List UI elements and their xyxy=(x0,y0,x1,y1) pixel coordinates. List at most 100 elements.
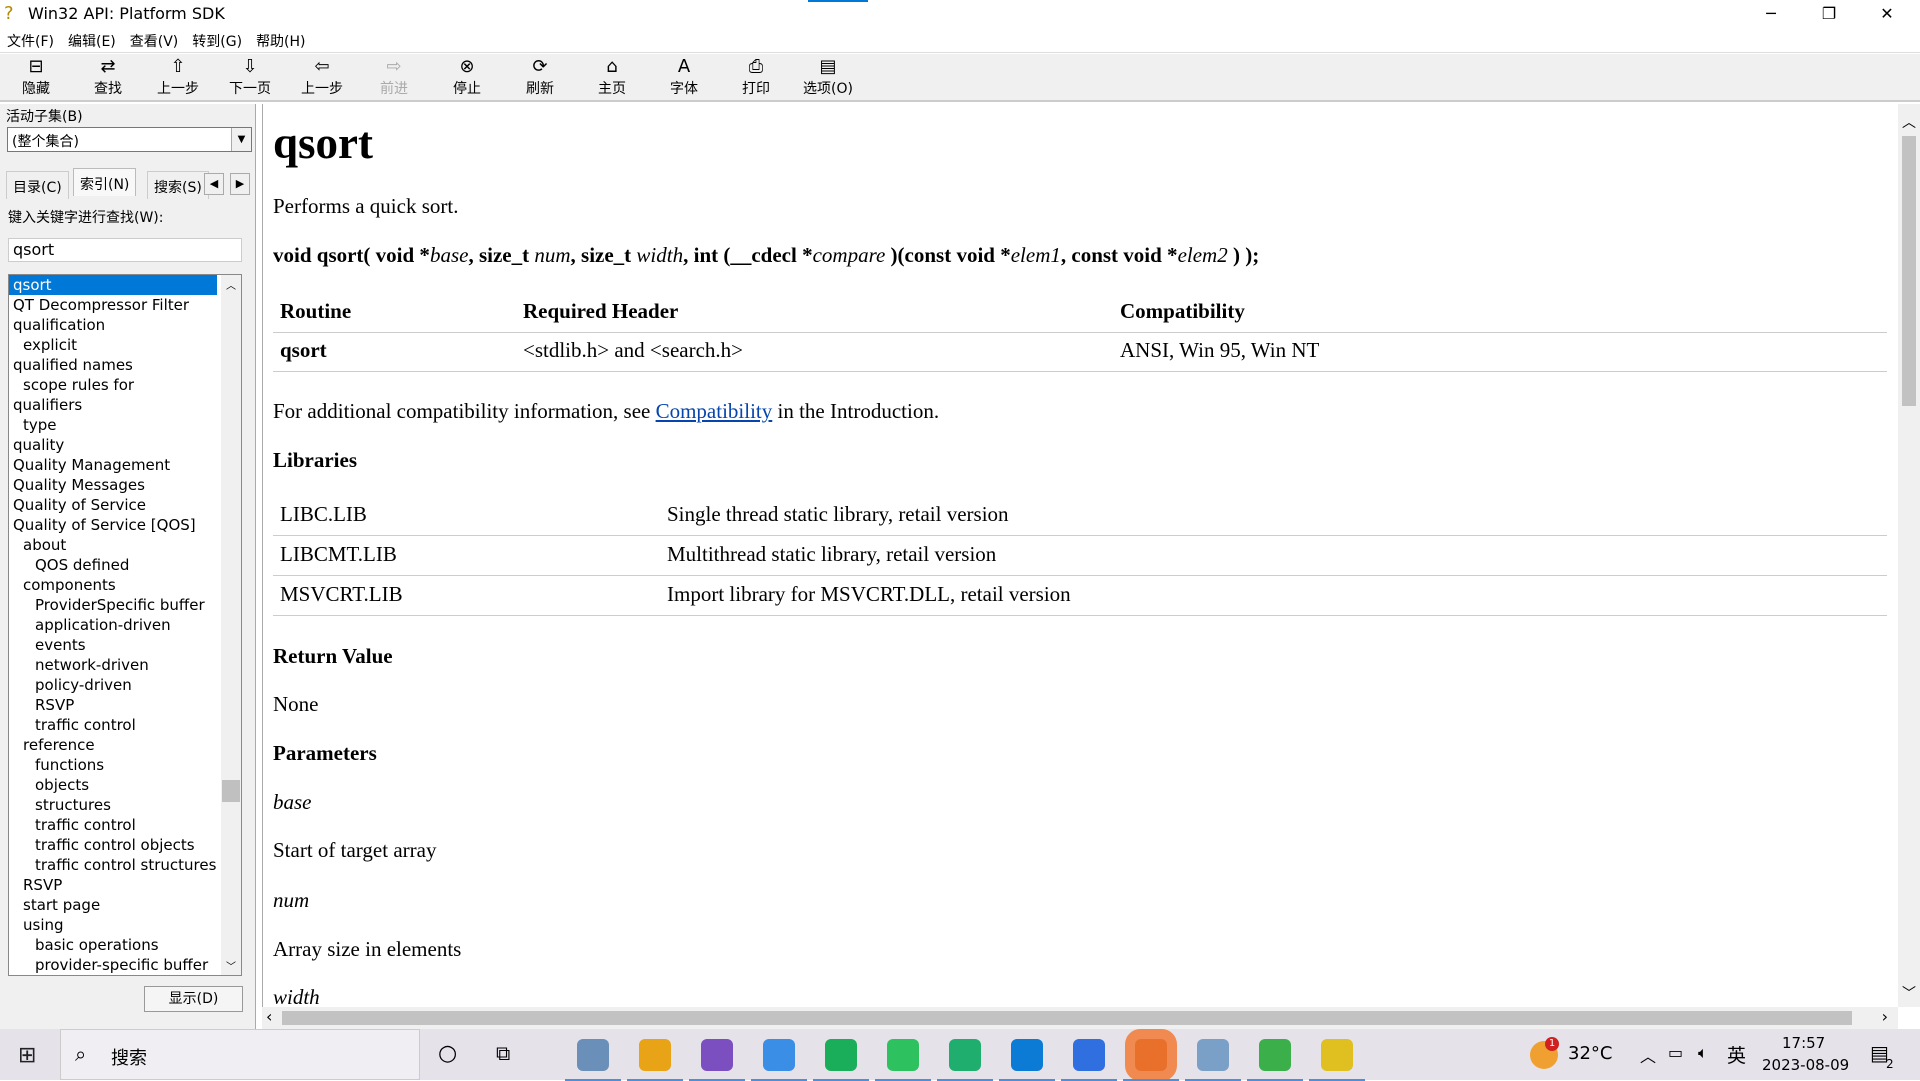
toolbar-button-8[interactable]: ⌂ 主页 xyxy=(582,56,642,98)
ime-indicator[interactable]: 英 xyxy=(1727,1041,1746,1068)
list-item[interactable]: qsort xyxy=(9,275,217,295)
volume-icon[interactable]: 🔈︎ xyxy=(1698,1043,1708,1063)
list-item[interactable]: policy-driven xyxy=(9,675,241,695)
list-item[interactable]: QOS defined xyxy=(9,555,241,575)
index-scrollbar[interactable]: ︿ ﹀ xyxy=(221,275,241,975)
list-item[interactable]: Quality of Service xyxy=(9,495,241,515)
list-item[interactable]: traffic control xyxy=(9,715,241,735)
horizontal-scrollbar[interactable]: ‹ › xyxy=(262,1007,1898,1029)
show-hidden-icons-icon[interactable]: ︿ xyxy=(1640,1043,1656,1067)
list-item[interactable]: ProviderSpecific buffer xyxy=(9,595,241,615)
list-item[interactable]: qualifiers xyxy=(9,395,241,415)
toolbar-button-10[interactable]: ⎙ 打印 xyxy=(726,56,786,98)
list-item[interactable]: traffic control objects xyxy=(9,835,241,855)
toolbar-button-7[interactable]: ⟳ 刷新 xyxy=(510,56,570,98)
menu-item[interactable]: 编辑(E) xyxy=(61,28,123,54)
taskbar-app-icon[interactable] xyxy=(751,1039,807,1081)
taskbar-app-icon[interactable] xyxy=(689,1039,745,1081)
compatibility-link[interactable]: Compatibility xyxy=(656,399,773,423)
list-item[interactable]: components xyxy=(9,575,241,595)
menu-item[interactable]: 转到(G) xyxy=(185,28,249,54)
toolbar-button-3[interactable]: ⇩ 下一页 xyxy=(220,56,280,98)
taskbar-app-icon[interactable] xyxy=(627,1039,683,1081)
list-item[interactable]: network-driven xyxy=(9,655,241,675)
keyword-input[interactable]: qsort xyxy=(8,238,242,262)
toolbar-button-1[interactable]: ⇄ 查找 xyxy=(78,56,138,98)
display-button[interactable]: 显示(D) xyxy=(144,986,243,1012)
tab-contents[interactable]: 目录(C) xyxy=(6,171,69,199)
menu-item[interactable]: 文件(F) xyxy=(0,28,61,54)
scroll-thumb[interactable] xyxy=(1902,136,1916,406)
close-button[interactable]: ✕ xyxy=(1858,0,1916,28)
list-item[interactable]: QT Decompressor Filter xyxy=(9,295,241,315)
scroll-down-icon[interactable]: ﹀ xyxy=(226,958,236,973)
list-item[interactable]: scope rules for xyxy=(9,375,241,395)
scroll-thumb[interactable] xyxy=(222,780,240,802)
taskbar-app-icon[interactable] xyxy=(1247,1039,1303,1081)
taskbar-app-icon[interactable] xyxy=(1185,1039,1241,1081)
list-item[interactable]: type xyxy=(9,415,241,435)
list-item[interactable]: traffic control structures xyxy=(9,855,241,875)
taskbar-app-icon[interactable] xyxy=(1123,1039,1179,1081)
toolbar-button-11[interactable]: ▤ 选项(O) xyxy=(798,56,858,98)
list-item[interactable]: about xyxy=(9,535,241,555)
list-item[interactable]: RSVP xyxy=(9,875,241,895)
list-item[interactable]: structures xyxy=(9,795,241,815)
list-item[interactable]: qualified names xyxy=(9,355,241,375)
list-item[interactable]: traffic control xyxy=(9,815,241,835)
toolbar-button-5[interactable]: ⇨ 前进 xyxy=(364,56,424,98)
scroll-up-icon[interactable]: ︿ xyxy=(1902,112,1916,132)
cortana-icon[interactable]: ○ xyxy=(438,1041,457,1066)
list-item[interactable]: RSVP xyxy=(9,695,241,715)
task-view-icon[interactable]: ⧉ xyxy=(496,1041,510,1065)
minimize-button[interactable]: ─ xyxy=(1742,0,1800,28)
menu-item[interactable]: 帮助(H) xyxy=(249,28,312,54)
temperature[interactable]: 32°C xyxy=(1568,1043,1612,1064)
list-item[interactable]: Quality Messages xyxy=(9,475,241,495)
list-item[interactable]: Quality Management xyxy=(9,455,241,475)
list-item[interactable]: quality xyxy=(9,435,241,455)
toolbar-button-9[interactable]: A 字体 xyxy=(654,56,714,98)
list-item[interactable]: Quality of Service [QOS] xyxy=(9,515,241,535)
toolbar-button-6[interactable]: ⊗ 停止 xyxy=(437,56,497,98)
chevron-down-icon[interactable]: ▼ xyxy=(231,128,251,151)
taskbar-app-icon[interactable] xyxy=(1309,1039,1365,1081)
toolbar-button-4[interactable]: ⇦ 上一步 xyxy=(292,56,352,98)
taskbar-app-icon[interactable] xyxy=(565,1039,621,1081)
scroll-down-icon[interactable]: ﹀ xyxy=(1902,983,1916,1003)
taskbar-app-icon[interactable] xyxy=(937,1039,993,1081)
taskbar-app-icon[interactable] xyxy=(1061,1039,1117,1081)
restore-button[interactable]: ❐ xyxy=(1800,0,1858,28)
list-item[interactable]: start page xyxy=(9,895,241,915)
toolbar-button-0[interactable]: ⊟ 隐藏 xyxy=(6,56,66,98)
search-box[interactable]: ⌕ 搜索 xyxy=(60,1029,420,1080)
tab-search[interactable]: 搜索(S) xyxy=(147,171,209,199)
taskbar-app-icon[interactable] xyxy=(813,1039,869,1081)
scroll-thumb[interactable] xyxy=(282,1011,1852,1025)
clock-time[interactable]: 17:57 xyxy=(1782,1034,1825,1052)
taskbar-app-icon[interactable] xyxy=(999,1039,1055,1081)
scroll-right-icon[interactable]: › xyxy=(1882,1007,1888,1026)
list-item[interactable]: events xyxy=(9,635,241,655)
tab-index[interactable]: 索引(N) xyxy=(73,168,137,196)
start-icon[interactable]: ⊞ xyxy=(18,1043,36,1068)
vertical-scrollbar[interactable]: ︿ ﹀ xyxy=(1898,104,1920,1007)
scroll-up-icon[interactable]: ︿ xyxy=(226,277,236,292)
toolbar-button-2[interactable]: ⇧ 上一步 xyxy=(148,56,208,98)
list-item[interactable]: explicit xyxy=(9,335,241,355)
subset-combo[interactable]: (整个集合) ▼ xyxy=(7,127,252,152)
clock-date[interactable]: 2023-08-09 xyxy=(1762,1056,1849,1074)
list-item[interactable]: qualification xyxy=(9,315,241,335)
list-item[interactable]: functions xyxy=(9,755,241,775)
menu-item[interactable]: 查看(V) xyxy=(123,28,186,54)
taskbar-app-icon[interactable] xyxy=(875,1039,931,1081)
list-item[interactable]: using xyxy=(9,915,241,935)
list-item[interactable]: basic operations xyxy=(9,935,241,955)
list-item[interactable]: reference xyxy=(9,735,241,755)
index-list[interactable]: qsort QT Decompressor Filter qualification… xyxy=(8,274,242,976)
tab-scroll-left-icon[interactable]: ◀ xyxy=(204,173,224,195)
tab-scroll-right-icon[interactable]: ▶ xyxy=(230,173,250,195)
list-item[interactable]: objects xyxy=(9,775,241,795)
scroll-left-icon[interactable]: ‹ xyxy=(266,1007,272,1026)
list-item[interactable]: application-driven xyxy=(9,615,241,635)
